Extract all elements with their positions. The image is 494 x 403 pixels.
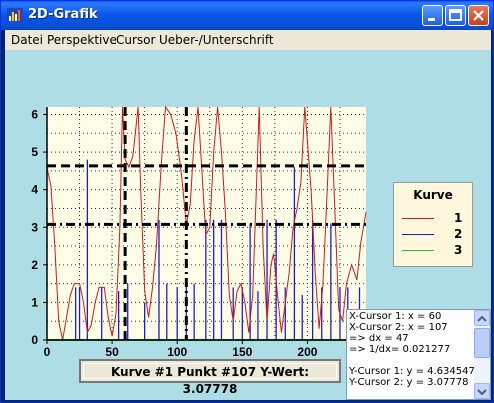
scroll-down-button[interactable] <box>474 383 490 399</box>
menu-perspektive[interactable]: Perspektive <box>47 33 117 47</box>
legend-swatch-3 <box>402 250 434 251</box>
legend-label-1: 1 <box>454 211 463 225</box>
minimize-icon <box>428 18 435 21</box>
vertical-scrollbar[interactable] <box>474 310 490 399</box>
legend-entry-2: 2 <box>394 227 472 243</box>
menu-datei[interactable]: Datei <box>11 33 43 47</box>
x-tick-label: 50 <box>105 345 119 359</box>
legend: Kurve 1 2 3 <box>393 182 473 267</box>
y-tick-label: 4 <box>31 183 38 197</box>
legend-entry-1: 1 <box>394 211 472 227</box>
menu-ueber-unterschrift[interactable]: Ueber-/Unterschrift <box>159 33 274 47</box>
client-area: Datei Perspektive Cursor Ueber-/Untersch… <box>5 30 491 400</box>
cursor-info-line: X-Cursor 2: x = 107 <box>349 322 448 333</box>
y-tick-label: 1 <box>31 295 38 309</box>
cursor-info-line <box>349 355 475 366</box>
x-tick-label: 100 <box>167 345 187 359</box>
title-bar[interactable]: 2D-Grafik <box>1 1 493 30</box>
y-tick-label: 2 <box>31 258 38 272</box>
x-tick-label: 0 <box>44 345 51 359</box>
cursor-info-line: Y-Cursor 1: y = 4.634547 <box>349 366 475 377</box>
menu-cursor[interactable]: Cursor <box>116 33 155 47</box>
chart-app-icon <box>7 8 23 22</box>
minimize-button[interactable] <box>422 5 443 26</box>
y-tick-label: 5 <box>31 145 38 159</box>
cursor-info-line: => 1/dx= 0.021277 <box>349 344 451 355</box>
legend-entry-3: 3 <box>394 243 472 259</box>
cursor-info-panel[interactable]: X-Cursor 1: x = 60 X-Cursor 2: x = 107 => … <box>346 309 491 400</box>
legend-title: Kurve <box>413 188 453 202</box>
cursor-info-line: X-Cursor 1: x = 60 <box>349 311 442 322</box>
y-tick-label: 3 <box>31 220 38 234</box>
cursor-info-text: X-Cursor 1: x = 60 X-Cursor 2: x = 107 => … <box>349 311 475 388</box>
scroll-up-button[interactable] <box>474 310 490 326</box>
arrow-up-icon <box>477 315 487 322</box>
app-window: 2D-Grafik Datei Perspektive Cursor Ueber… <box>0 0 494 403</box>
close-icon <box>473 10 484 21</box>
x-tick-label: 200 <box>297 345 317 359</box>
cursor-info-line: Y-Cursor 2: y = 3.07778 <box>349 377 469 388</box>
legend-swatch-1 <box>402 218 434 219</box>
y-tick-label: 0 <box>31 333 38 347</box>
y-tick-label: 6 <box>31 108 38 122</box>
maximize-button[interactable] <box>445 5 466 26</box>
scroll-thumb[interactable] <box>474 328 490 358</box>
status-text: Kurve #1 Punkt #107 Y-Wert: 3.07778 <box>83 363 337 396</box>
x-tick-label: 150 <box>232 345 252 359</box>
close-button[interactable] <box>468 5 489 26</box>
window-title: 2D-Grafik <box>28 7 98 22</box>
arrow-down-icon <box>477 389 487 396</box>
legend-swatch-2 <box>402 234 434 235</box>
status-box: Kurve #1 Punkt #107 Y-Wert: 3.07778 <box>79 359 341 396</box>
legend-label-3: 3 <box>454 243 463 257</box>
cursor-info-line: => dx = 47 <box>349 333 409 344</box>
menu-bar: Datei Perspektive Cursor Ueber-/Untersch… <box>5 30 491 50</box>
legend-label-2: 2 <box>454 227 463 241</box>
maximize-icon <box>449 9 462 21</box>
